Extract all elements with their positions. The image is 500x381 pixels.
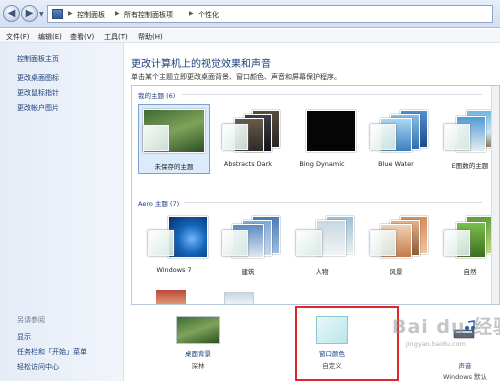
theme-label: Abstracts Dark bbox=[223, 160, 273, 168]
chevron-right-icon[interactable]: ▶ bbox=[115, 10, 120, 17]
sidebar-link-taskbar[interactable]: 任务栏和「开始」菜单 bbox=[17, 347, 87, 357]
breadcrumb-all-items[interactable]: 所有控制面板项 bbox=[124, 10, 173, 20]
breadcrumb-personalization[interactable]: 个性化 bbox=[198, 10, 219, 20]
menu-edit[interactable]: 编辑(E) bbox=[38, 32, 62, 42]
menu-help[interactable]: 帮助(H) bbox=[138, 32, 163, 42]
my-themes-heading: 我的主题 (6) bbox=[138, 92, 176, 100]
history-dropdown-icon[interactable]: ▼ bbox=[39, 11, 44, 18]
desktop-background-label[interactable]: 桌面背景 bbox=[166, 348, 230, 358]
watermark-url: jingyan.baidu.com bbox=[406, 340, 466, 348]
sidebar-link-ease-of-access[interactable]: 轻松访问中心 bbox=[17, 362, 59, 372]
highlight-box bbox=[295, 306, 399, 381]
theme-tile-blue-water[interactable]: Blue Water bbox=[360, 104, 432, 174]
theme-label: 人物 bbox=[315, 268, 329, 276]
theme-label: Blue Water bbox=[378, 160, 414, 168]
theme-tile-landscapes[interactable]: 风景 bbox=[360, 210, 432, 280]
breadcrumb-control-panel[interactable]: 控制面板 bbox=[77, 10, 105, 20]
theme-list-scrollbar[interactable] bbox=[491, 86, 499, 304]
page-subtitle: 单击某个主题立即更改桌面背景、窗口颜色、声音和屏幕保护程序。 bbox=[131, 73, 341, 81]
sidebar-link-display[interactable]: 显示 bbox=[17, 332, 31, 342]
control-panel-icon bbox=[52, 9, 63, 19]
theme-label: 风景 bbox=[389, 268, 403, 276]
breadcrumb[interactable]: ▶ 控制面板 ▶ 所有控制面板项 ▶ 个性化 bbox=[47, 5, 493, 23]
menu-file[interactable]: 文件(F) bbox=[6, 32, 30, 42]
page-title: 更改计算机上的视觉效果和声音 bbox=[131, 59, 271, 70]
see-also-heading: 另请参阅 bbox=[17, 316, 45, 324]
sounds-label[interactable]: 声音 bbox=[432, 360, 498, 370]
sidebar-link-desktop-icons[interactable]: 更改桌面图标 bbox=[17, 73, 59, 83]
theme-tile-characters[interactable]: 人物 bbox=[286, 210, 358, 280]
desktop-background-value: 深林 bbox=[191, 362, 205, 370]
theme-list: 我的主题 (6) 未保存的主题 Abstracts Dark Bing Dyna… bbox=[131, 85, 500, 305]
sidebar-link-account-picture[interactable]: 更改帐户图片 bbox=[17, 103, 59, 113]
sidebar: 控制面板主页 更改桌面图标 更改鼠标指针 更改帐户图片 另请参阅 显示 任务栏和… bbox=[0, 43, 124, 381]
chevron-right-icon[interactable]: ▶ bbox=[189, 10, 194, 17]
theme-label: Windows 7 bbox=[156, 266, 192, 274]
theme-thumbnail[interactable] bbox=[156, 290, 186, 304]
menu-bar: 文件(F) 编辑(E) 查看(V) 工具(T) 帮助(H) bbox=[0, 29, 500, 43]
forward-arrow-icon: ▶ bbox=[25, 8, 34, 19]
theme-tile-bing-dynamic[interactable]: Bing Dynamic bbox=[286, 104, 358, 174]
theme-label: 建筑 bbox=[241, 268, 255, 276]
desktop-background-setting[interactable]: 桌面背景 深林 bbox=[166, 316, 230, 376]
menu-tools[interactable]: 工具(T) bbox=[104, 32, 128, 42]
chevron-right-icon[interactable]: ▶ bbox=[68, 10, 73, 17]
divider bbox=[184, 202, 482, 203]
theme-tile-abstracts-dark[interactable]: Abstracts Dark bbox=[212, 104, 284, 174]
theme-tile-windows7[interactable]: Windows 7 bbox=[138, 210, 210, 280]
address-bar: ◀ ▶ ▼ ▶ 控制面板 ▶ 所有控制面板项 ▶ 个性化 bbox=[0, 0, 500, 28]
back-button[interactable]: ◀ bbox=[3, 5, 20, 22]
sidebar-link-mouse-pointer[interactable]: 更改鼠标指针 bbox=[17, 88, 59, 98]
back-arrow-icon: ◀ bbox=[7, 8, 16, 19]
menu-view[interactable]: 查看(V) bbox=[70, 32, 94, 42]
theme-tile-unsaved[interactable]: 未保存的主题 bbox=[138, 104, 210, 174]
theme-label: Bing Dynamic bbox=[299, 160, 345, 168]
theme-tile-architecture[interactable]: 建筑 bbox=[212, 210, 284, 280]
divider bbox=[182, 94, 482, 95]
watermark-logo: Bai du 经验 bbox=[392, 316, 500, 338]
sidebar-link-home[interactable]: 控制面板主页 bbox=[17, 54, 59, 64]
aero-themes-heading: Aero 主题 (7) bbox=[138, 200, 180, 208]
theme-label: 未保存的主题 bbox=[154, 163, 194, 171]
sounds-value: Windows 默认 bbox=[442, 373, 488, 381]
desktop-background-thumbnail bbox=[176, 316, 220, 344]
forward-button[interactable]: ▶ bbox=[21, 5, 38, 22]
theme-thumbnail[interactable] bbox=[224, 292, 254, 304]
